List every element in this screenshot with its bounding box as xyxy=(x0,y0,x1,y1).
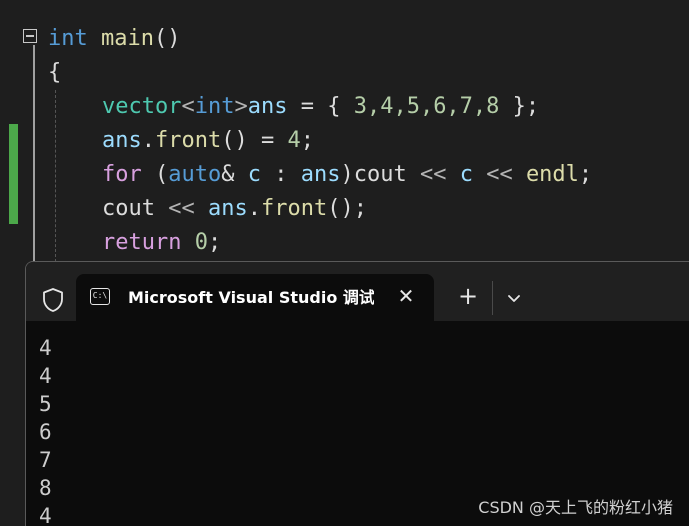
number-token: 0 xyxy=(194,230,208,255)
tab-title: Microsoft Visual Studio 调试控制台 xyxy=(128,288,374,307)
type-token: vector xyxy=(102,94,182,119)
punct-token: : xyxy=(260,162,301,187)
punct-token: (); xyxy=(327,196,367,221)
identifier-token: cout xyxy=(102,196,155,221)
punct-token: ; xyxy=(300,128,314,153)
terminal-icon: C:\ xyxy=(90,288,110,305)
operator-token: << xyxy=(154,196,208,221)
variable-token: ans xyxy=(102,128,142,153)
operator-token: << xyxy=(472,162,526,187)
variable-token: ans xyxy=(247,94,288,119)
code-line-7[interactable]: return 0; xyxy=(102,226,221,260)
fold-collapse-icon[interactable] xyxy=(23,29,37,43)
angle-open-token: < xyxy=(181,94,195,119)
output-line: 4 xyxy=(39,504,52,526)
output-line: 5 xyxy=(39,392,52,416)
code-editor[interactable]: int main() { vector<int>ans = { 3,4,5,6,… xyxy=(0,0,689,262)
output-line: 4 xyxy=(39,336,52,360)
code-line-4[interactable]: ans.front() = 4; xyxy=(102,124,314,158)
console-output[interactable]: 4 4 5 6 7 8 4 xyxy=(39,334,52,526)
variable-token: c xyxy=(247,162,261,187)
code-line-5[interactable]: for (auto& c : ans)cout << c << endl; xyxy=(102,158,592,192)
punct-token: () = xyxy=(221,128,288,153)
console-tab-bar: C:\ Microsoft Visual Studio 调试控制台 ✕ + xyxy=(26,262,689,322)
function-token: main xyxy=(101,26,154,51)
watermark: CSDN @天上飞的粉红小猪 xyxy=(478,498,673,517)
variable-token: ans xyxy=(207,196,248,221)
output-line: 6 xyxy=(39,420,52,444)
chevron-down-icon[interactable] xyxy=(504,288,524,308)
punct-token: ; xyxy=(578,162,593,187)
code-line-6[interactable]: cout << ans.front(); xyxy=(102,192,367,226)
output-line: 4 xyxy=(39,364,52,388)
console-tab[interactable]: C:\ Microsoft Visual Studio 调试控制台 ✕ xyxy=(76,274,434,322)
control-keyword-token: for xyxy=(102,162,142,187)
angle-close-token: > xyxy=(234,94,248,119)
punct-token: }; xyxy=(499,94,540,119)
indent-guide xyxy=(55,90,56,262)
number-token: 4 xyxy=(287,128,301,153)
punct-token: () xyxy=(153,26,181,51)
variable-token: ans xyxy=(300,162,341,187)
number-list-token: 3,4,5,6,7,8 xyxy=(353,94,500,119)
punct-token: ) xyxy=(340,162,354,187)
punct-token: = { xyxy=(287,94,354,119)
punct-token: . xyxy=(141,128,155,153)
debug-console-window: C:\ Microsoft Visual Studio 调试控制台 ✕ + 4 … xyxy=(25,261,689,526)
fold-region-line xyxy=(33,45,35,262)
plus-icon[interactable]: + xyxy=(456,284,480,309)
function-token: front xyxy=(260,196,328,221)
function-token: front xyxy=(155,128,222,153)
output-line: 7 xyxy=(39,448,52,472)
code-line-2[interactable]: { xyxy=(48,56,61,90)
function-token: endl xyxy=(525,162,579,187)
keyword-token: int xyxy=(48,26,88,51)
punct-token: ( xyxy=(141,162,169,187)
tab-divider xyxy=(492,281,493,315)
brace-token: { xyxy=(48,60,62,85)
punct-token: ; xyxy=(207,230,222,255)
change-indicator-bar xyxy=(9,124,18,224)
punct-token: . xyxy=(247,196,261,221)
code-line-1[interactable]: int main() xyxy=(48,22,180,56)
variable-token: c xyxy=(459,162,473,187)
operator-token: << xyxy=(406,162,460,187)
keyword-token: auto xyxy=(168,162,222,187)
code-line-3[interactable]: vector<int>ans = { 3,4,5,6,7,8 }; xyxy=(102,90,539,124)
keyword-token: int xyxy=(194,94,235,119)
shield-icon[interactable] xyxy=(41,287,65,313)
output-line: 8 xyxy=(39,476,52,500)
control-keyword-token: return xyxy=(102,230,182,255)
identifier-token: cout xyxy=(353,162,407,187)
punct-token: & xyxy=(221,162,248,187)
close-icon[interactable]: ✕ xyxy=(394,284,418,308)
